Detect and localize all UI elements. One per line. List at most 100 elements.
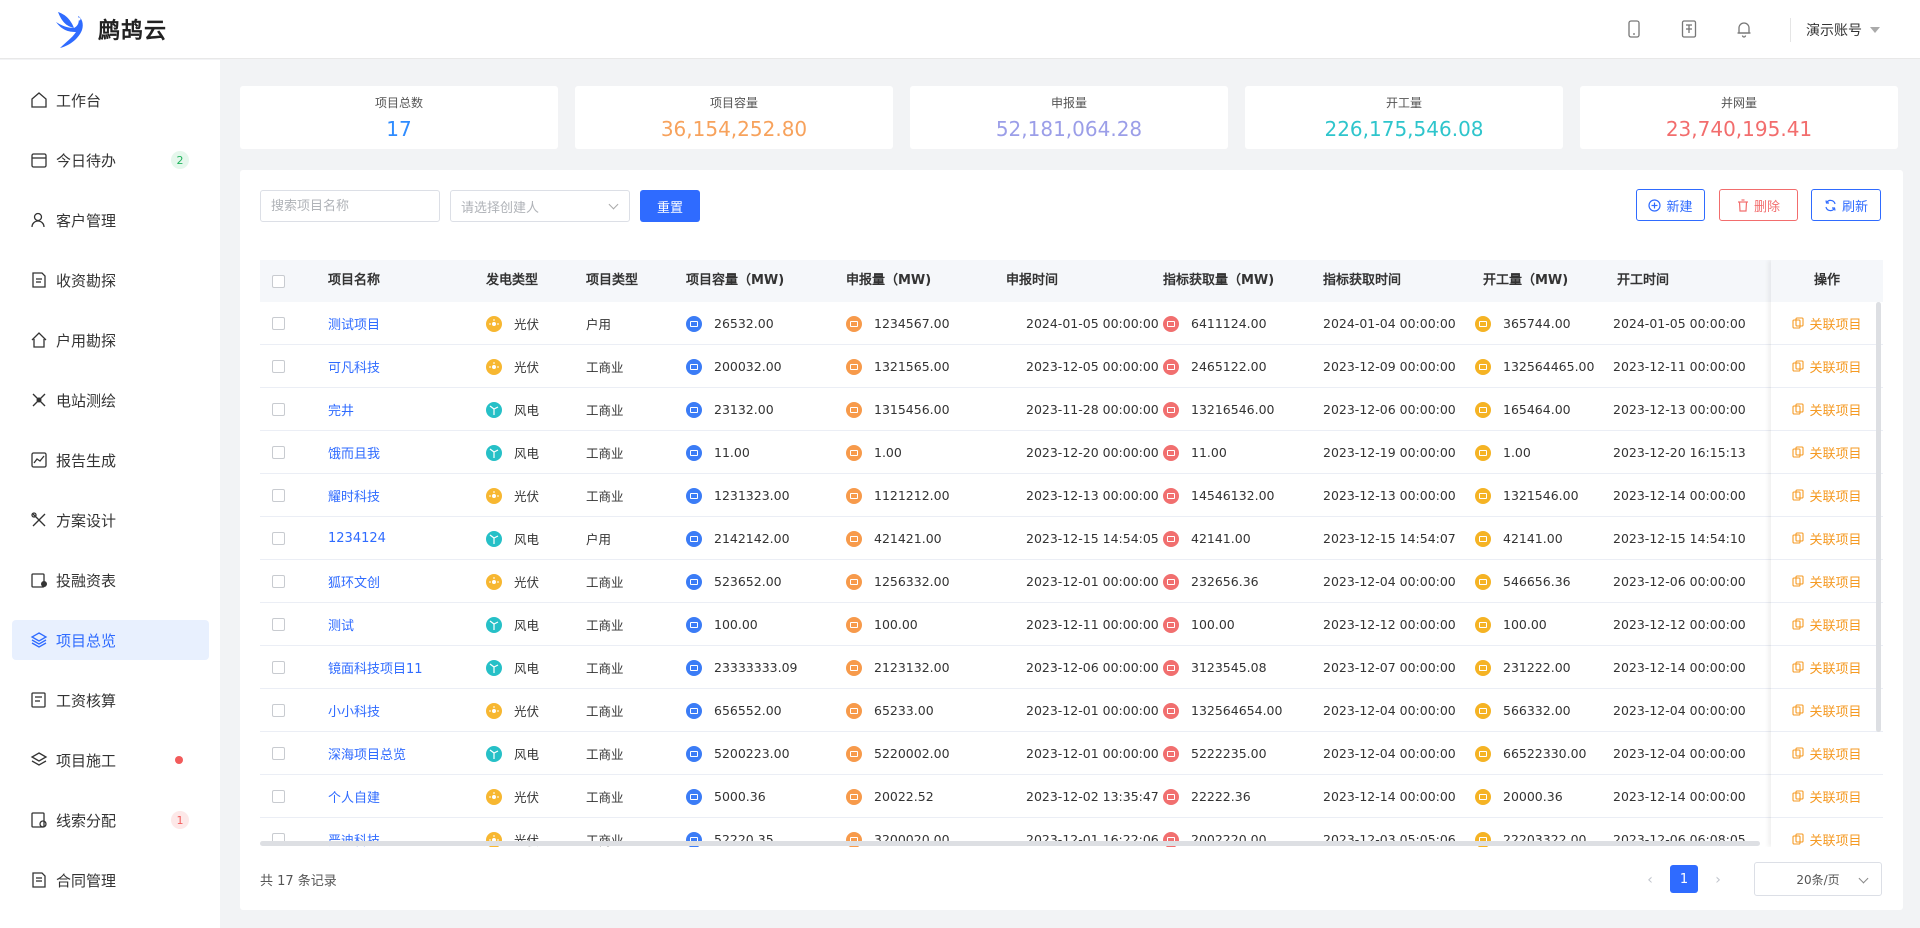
project-name-link[interactable]: 镜面科技项目11 — [328, 658, 423, 677]
sidebar-item-7[interactable]: 方案设计 — [12, 500, 209, 540]
project-name-cell[interactable]: 测试 — [328, 603, 354, 646]
link-project-button[interactable]: 关联项目 — [1792, 787, 1862, 806]
link-project-button[interactable]: 关联项目 — [1792, 830, 1862, 847]
link-project-button[interactable]: 关联项目 — [1792, 443, 1862, 462]
sidebar-item-11[interactable]: 项目施工 — [12, 740, 209, 780]
project-name-cell[interactable]: 镜面科技项目11 — [328, 646, 423, 689]
project-name-cell[interactable]: 个人自建 — [328, 775, 380, 818]
row-checkbox[interactable] — [272, 360, 285, 373]
sidebar-item-1[interactable]: 今日待办 2 — [12, 140, 209, 180]
row-checkbox-cell[interactable] — [272, 775, 285, 818]
row-checkbox-cell[interactable] — [272, 474, 285, 517]
link-project-button[interactable]: 关联项目 — [1792, 615, 1862, 634]
row-checkbox-cell[interactable] — [272, 732, 285, 775]
project-name-cell[interactable]: 饿而且我 — [328, 431, 380, 474]
prev-page-icon[interactable]: ‹ — [1640, 867, 1660, 893]
project-name-cell[interactable]: 1234124 — [328, 517, 386, 560]
start-time-value: 2024-01-05 00:00:00 — [1613, 316, 1746, 331]
vertical-scrollbar[interactable] — [1876, 302, 1881, 732]
row-checkbox[interactable] — [272, 618, 285, 631]
row-checkbox-cell[interactable] — [272, 345, 285, 388]
project-name-link[interactable]: 个人自建 — [328, 787, 380, 806]
mobile-icon[interactable] — [1623, 18, 1645, 40]
project-name-cell[interactable]: 小小科技 — [328, 689, 380, 732]
project-name-cell[interactable]: 可凡科技 — [328, 345, 380, 388]
refresh-button[interactable]: 刷新 — [1811, 189, 1881, 221]
row-checkbox[interactable] — [272, 489, 285, 502]
new-button[interactable]: 新建 — [1636, 189, 1705, 221]
project-name-link[interactable]: 可凡科技 — [328, 357, 380, 376]
project-name-link[interactable]: 测试项目 — [328, 314, 380, 333]
link-project-button[interactable]: 关联项目 — [1792, 357, 1862, 376]
sidebar-item-9[interactable]: 项目总览 — [12, 620, 209, 660]
project-name-link[interactable]: 小小科技 — [328, 701, 380, 720]
row-checkbox[interactable] — [272, 446, 285, 459]
app-logo[interactable]: 鹧鸪云 — [52, 8, 167, 50]
sidebar-badge: 2 — [171, 151, 189, 169]
row-checkbox-cell[interactable] — [272, 431, 285, 474]
sidebar-item-13[interactable]: 合同管理 — [12, 860, 209, 900]
project-name-link[interactable]: 1234124 — [328, 531, 386, 546]
next-page-icon[interactable]: › — [1708, 867, 1728, 893]
sidebar-item-2[interactable]: 客户管理 — [12, 200, 209, 240]
row-checkbox[interactable] — [272, 661, 285, 674]
project-name-cell[interactable]: 完井 — [328, 388, 354, 431]
project-search-input[interactable] — [260, 190, 440, 222]
project-name-cell[interactable]: 深海项目总览 — [328, 732, 406, 775]
row-checkbox-cell[interactable] — [272, 603, 285, 646]
sidebar-item-6[interactable]: 报告生成 — [12, 440, 209, 480]
link-project-button[interactable]: 关联项目 — [1792, 486, 1862, 505]
sidebar-item-4[interactable]: 户用勘探 — [12, 320, 209, 360]
project-name-link[interactable]: 狐环文创 — [328, 572, 380, 591]
project-name-link[interactable]: 测试 — [328, 615, 354, 634]
qrcode-icon[interactable] — [1678, 18, 1700, 40]
row-checkbox-cell[interactable] — [272, 689, 285, 732]
link-project-button[interactable]: 关联项目 — [1792, 658, 1862, 677]
row-checkbox[interactable] — [272, 747, 285, 760]
start-icon — [1475, 487, 1491, 504]
link-project-button[interactable]: 关联项目 — [1792, 744, 1862, 763]
creator-select[interactable]: 请选择创建人 — [450, 190, 630, 222]
page-size-select[interactable]: 20条/页 — [1754, 862, 1882, 896]
project-name-cell[interactable]: 狐环文创 — [328, 560, 380, 603]
row-checkbox[interactable] — [272, 532, 285, 545]
sidebar-item-10[interactable]: 工资核算 — [12, 680, 209, 720]
row-checkbox[interactable] — [272, 317, 285, 330]
row-checkbox-cell[interactable] — [272, 302, 285, 345]
sidebar-item-0[interactable]: 工作台 — [12, 80, 209, 120]
select-all-checkbox[interactable] — [272, 260, 285, 302]
reset-button[interactable]: 重置 — [640, 190, 700, 222]
link-project-button[interactable]: 关联项目 — [1792, 701, 1862, 720]
project-name-link[interactable]: 耀时科技 — [328, 486, 380, 505]
project-name-link[interactable]: 饿而且我 — [328, 443, 380, 462]
project-name-cell[interactable]: 耀时科技 — [328, 474, 380, 517]
link-project-label: 关联项目 — [1809, 575, 1862, 591]
sidebar-item-5[interactable]: 电站测绘 — [12, 380, 209, 420]
link-project-button[interactable]: 关联项目 — [1792, 400, 1862, 419]
declare-time-cell: 2023-12-20 00:00:00 — [1026, 431, 1159, 474]
delete-button[interactable]: 删除 — [1719, 189, 1798, 221]
project-name-link[interactable]: 完井 — [328, 400, 354, 419]
account-menu[interactable]: 演示账号 — [1806, 20, 1880, 40]
project-name-cell[interactable]: 测试项目 — [328, 302, 380, 345]
row-checkbox-cell[interactable] — [272, 517, 285, 560]
quota-time-value: 2023-12-04 00:00:00 — [1323, 574, 1456, 589]
horizontal-scrollbar[interactable] — [260, 841, 1760, 846]
sidebar-item-3[interactable]: 收资勘探 — [12, 260, 209, 300]
bell-icon[interactable] — [1733, 18, 1755, 40]
row-checkbox[interactable] — [272, 403, 285, 416]
link-project-button[interactable]: 关联项目 — [1792, 572, 1862, 591]
link-project-button[interactable]: 关联项目 — [1792, 314, 1862, 333]
link-project-button[interactable]: 关联项目 — [1792, 529, 1862, 548]
row-checkbox[interactable] — [272, 575, 285, 588]
project-name-link[interactable]: 深海项目总览 — [328, 744, 406, 763]
page-button-1[interactable]: 1 — [1670, 865, 1698, 893]
checkbox[interactable] — [272, 274, 285, 288]
row-checkbox-cell[interactable] — [272, 646, 285, 689]
row-checkbox[interactable] — [272, 790, 285, 803]
row-checkbox[interactable] — [272, 704, 285, 717]
sidebar-item-8[interactable]: 投融资表 — [12, 560, 209, 600]
row-checkbox-cell[interactable] — [272, 388, 285, 431]
row-checkbox-cell[interactable] — [272, 560, 285, 603]
sidebar-item-12[interactable]: 线索分配 1 — [12, 800, 209, 840]
